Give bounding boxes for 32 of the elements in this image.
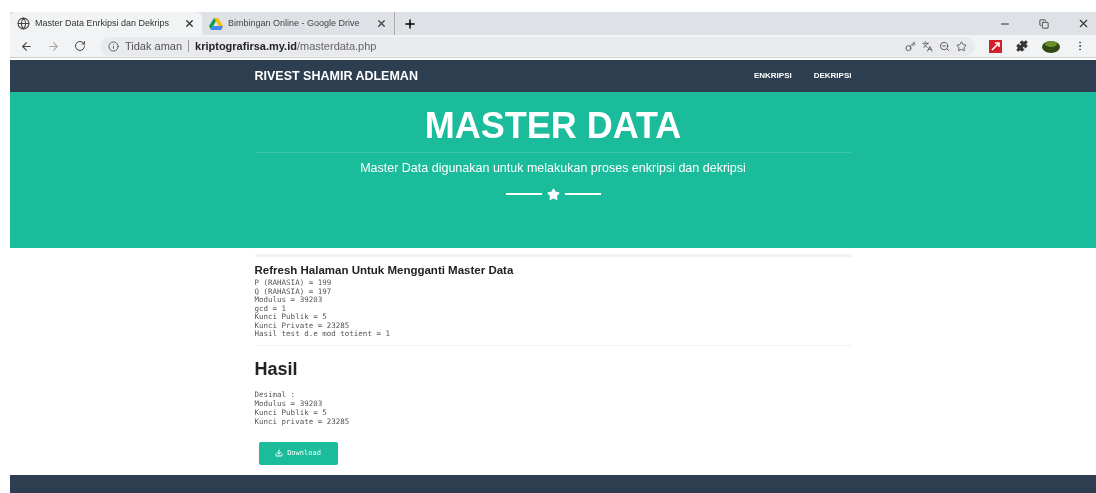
- extension-icon[interactable]: [989, 39, 1002, 53]
- translate-icon[interactable]: [922, 40, 933, 52]
- info-icon: [108, 40, 119, 52]
- hero-subtitle: Master Data digunakan untuk melakukan proses enkripsi dan dekripsi: [360, 160, 746, 177]
- new-tab-icon[interactable]: [403, 16, 417, 31]
- section-heading: Refresh Halaman Untuk Mengganti Master Data: [254, 263, 515, 278]
- close-icon[interactable]: [184, 18, 195, 29]
- tab-title: Master Data Enrkipsi dan Dekrips: [35, 16, 171, 30]
- puzzle-icon[interactable]: [1016, 40, 1028, 52]
- address-bar[interactable]: Tidak aman kriptografirsa.my.id/masterdata.php: [100, 36, 975, 56]
- download-icon: [275, 449, 284, 458]
- tab-title: Bimbingan Online - Google Drive: [228, 16, 361, 30]
- nav-link[interactable]: ENKRIPSI: [753, 70, 792, 82]
- close-icon[interactable]: [1077, 17, 1090, 30]
- restore-icon[interactable]: [1039, 18, 1049, 29]
- reload-icon[interactable]: [74, 40, 86, 52]
- zoom-out-icon[interactable]: [939, 40, 950, 52]
- browser-tab[interactable]: Master Data Enrkipsi dan Dekrips: [10, 12, 202, 35]
- hero-title: MASTER DATA: [424, 104, 682, 148]
- key-icon[interactable]: [905, 40, 916, 52]
- triangle-logo-icon: [209, 17, 223, 30]
- back-icon[interactable]: [20, 39, 33, 53]
- result-heading: Hasil: [254, 357, 299, 380]
- site-brand[interactable]: RIVEST SHAMIR ADLEMAN: [254, 66, 418, 86]
- bookmark-star-icon[interactable]: [956, 40, 967, 52]
- browser-tab[interactable]: Bimbingan Online - Google Drive: [202, 12, 394, 35]
- url-text: kriptografirsa.my.id/masterdata.php: [195, 38, 377, 54]
- profile-avatar-icon[interactable]: [1042, 39, 1060, 53]
- close-icon[interactable]: [376, 18, 387, 29]
- nav-link[interactable]: DEKRIPSI: [813, 70, 852, 82]
- security-label: Tidak aman: [125, 38, 183, 54]
- globe-icon: [17, 17, 30, 30]
